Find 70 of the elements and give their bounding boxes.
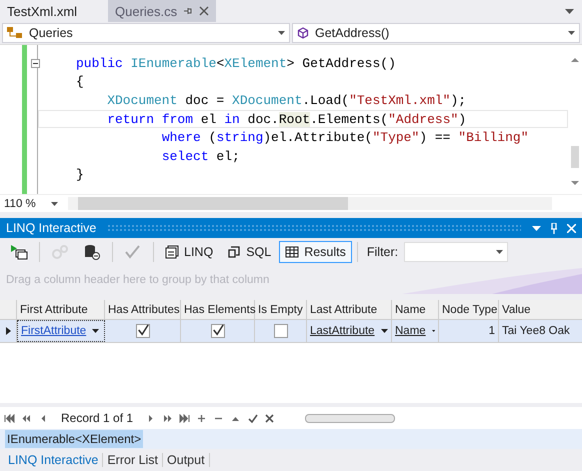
horizontal-scrollbar[interactable]: [68, 197, 552, 210]
dropdown-arrow-icon[interactable]: [92, 329, 100, 333]
close-icon[interactable]: [199, 6, 210, 16]
add-icon[interactable]: [196, 414, 208, 422]
link[interactable]: LastAttribute: [310, 325, 375, 337]
checkbox[interactable]: [136, 324, 150, 338]
document-tab[interactable]: TestXml.xml: [0, 0, 108, 22]
dropdown-arrow-icon[interactable]: [496, 250, 504, 254]
checkmark-icon[interactable]: [247, 414, 258, 422]
column-header[interactable]: Has Attributes: [105, 300, 181, 319]
class-icon: [7, 26, 23, 40]
windows-icon: [165, 245, 179, 259]
pin-icon[interactable]: [183, 6, 194, 16]
column-header[interactable]: Node Type: [439, 300, 499, 319]
zoom-dropdown[interactable]: 110 %: [0, 195, 62, 212]
cube-icon: [297, 27, 309, 39]
windows-icon: [227, 245, 242, 259]
code-line: XDocument doc = XDocument.Load("TestXml.xml");: [107, 92, 466, 108]
rewind-icon[interactable]: [21, 414, 32, 422]
database-icon: [83, 244, 101, 260]
code-line: }: [76, 167, 84, 182]
dropdown-arrow-icon[interactable]: [432, 329, 435, 333]
view-tab[interactable]: LINQ: [159, 241, 220, 263]
scroll-down-icon[interactable]: [570, 181, 580, 186]
dropdown-arrow-icon[interactable]: [278, 31, 285, 35]
view-tab[interactable]: SQL: [221, 241, 278, 263]
last-record-icon[interactable]: [179, 414, 190, 422]
panel-tab[interactable]: Error List: [103, 453, 164, 467]
column-header[interactable]: Last Attribute: [307, 300, 392, 319]
filter-label: Filter:: [366, 245, 398, 259]
type-dropdown[interactable]: Queries: [2, 23, 290, 43]
table-cell: 1: [488, 325, 495, 337]
column-header[interactable]: First Attribute: [17, 300, 105, 319]
panel-tab[interactable]: LINQ Interactive: [4, 453, 104, 467]
link[interactable]: Name: [395, 325, 426, 337]
row-pointer-icon: [6, 327, 10, 335]
column-header[interactable]: Has Elements: [181, 300, 255, 319]
code-line: select el;: [162, 148, 240, 164]
fast-forward-icon[interactable]: [162, 414, 174, 422]
document-tab[interactable]: Queries.cs: [108, 0, 216, 22]
code-line: return from el in doc.Root.Elements("Address"): [107, 112, 466, 127]
first-record-icon[interactable]: [4, 414, 15, 422]
dropdown-arrow-icon[interactable]: [568, 31, 575, 35]
result-type-label: IEnumerable<XElement>: [5, 430, 144, 448]
collapse-icon[interactable]: [31, 59, 40, 68]
table-cell: Tai Yee8 Oak: [502, 325, 570, 337]
gears-icon: [51, 244, 69, 260]
panel-tab[interactable]: Output: [163, 453, 210, 467]
code-line: where (string)el.Attribute("Type") == "Billing": [162, 130, 529, 146]
code-line: public IEnumerable<XElement> GetAddress(): [76, 56, 396, 71]
code-line: {: [76, 74, 84, 90]
group-by-hint: Drag a column header here to group by that column: [6, 274, 270, 286]
panel-title: LINQ Interactive: [6, 221, 96, 235]
checkbox[interactable]: [274, 324, 288, 338]
dropdown-arrow-icon[interactable]: [565, 8, 574, 14]
column-header[interactable]: Name: [392, 300, 439, 319]
checkmark-icon: [124, 244, 142, 260]
play-window-icon: [10, 244, 28, 260]
column-header[interactable]: Is Empty: [255, 300, 307, 319]
table-icon: [285, 245, 300, 259]
record-counter: Record 1 of 1: [61, 411, 134, 425]
dropdown-arrow-icon[interactable]: [380, 329, 388, 333]
member-dropdown[interactable]: GetAddress(): [292, 23, 580, 43]
dropdown-arrow-icon[interactable]: [51, 202, 58, 206]
close-icon[interactable]: [264, 414, 276, 422]
checkbox[interactable]: [210, 324, 224, 338]
scroll-thumb[interactable]: [571, 146, 579, 168]
scroll-up-icon[interactable]: [570, 57, 580, 62]
view-tab[interactable]: Results: [279, 241, 352, 263]
column-header[interactable]: Value: [499, 300, 582, 319]
